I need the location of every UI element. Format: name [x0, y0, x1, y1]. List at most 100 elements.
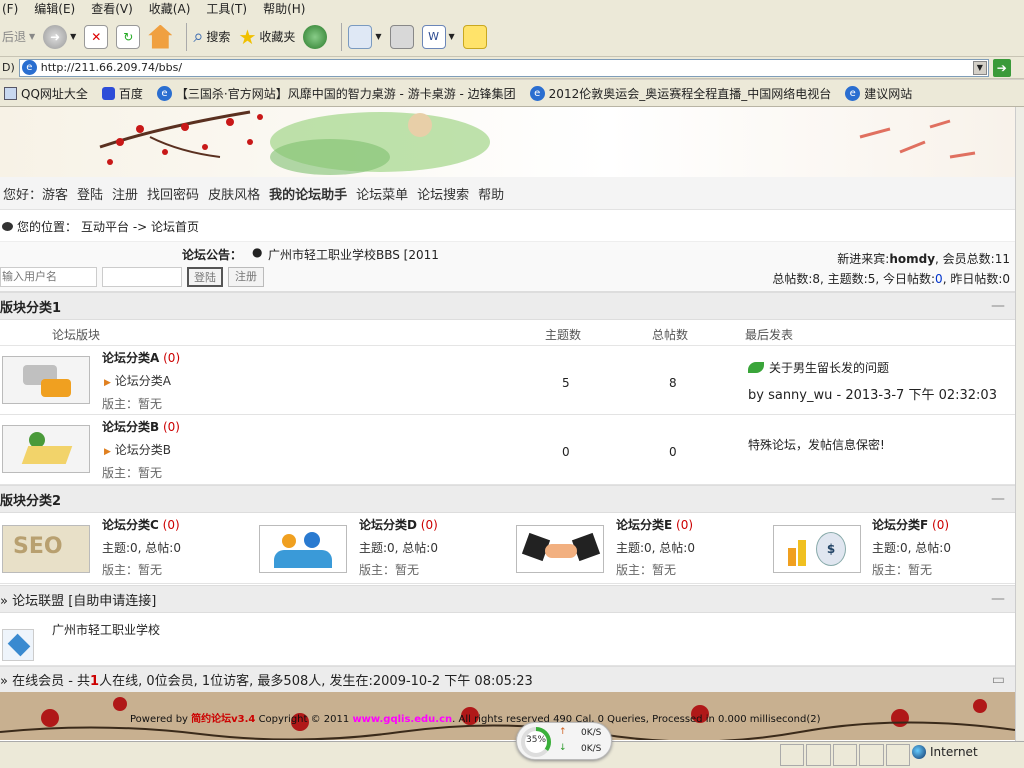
- toolbar-separator: [341, 22, 343, 51]
- grid-forum-c: SEO 论坛分类C (0) 主题:0, 总帖:0 版主：暂无: [0, 513, 256, 584]
- subforum-name[interactable]: 论坛分类A: [115, 374, 171, 388]
- back-button[interactable]: 后退 ▼: [2, 28, 35, 45]
- forward-button[interactable]: ➜ ▼: [43, 24, 76, 49]
- forum-title[interactable]: 论坛分类A (0): [102, 349, 180, 366]
- last-post[interactable]: 关于男生留长发的问题: [748, 359, 889, 376]
- footer-copyright: Copyright © 2011: [258, 714, 350, 725]
- member-total: 会员总数:11: [942, 252, 1010, 266]
- collapse-icon[interactable]: —: [991, 591, 1005, 607]
- address-input[interactable]: e http://211.66.209.74/bbs/ ▼: [18, 58, 989, 77]
- register-button[interactable]: 注册: [228, 267, 264, 287]
- nav-help[interactable]: 帮助: [478, 184, 504, 203]
- refresh-button[interactable]: ↻: [116, 24, 141, 49]
- nav-menu[interactable]: 论坛菜单: [356, 184, 408, 203]
- edit-button[interactable]: W ▼: [421, 24, 455, 49]
- search-button[interactable]: ⌕ 搜索: [193, 26, 230, 47]
- forum-row-a: 论坛分类A (0) ▶ 论坛分类A 版主：暂无 5 8 关于男生留长发的问题 b…: [0, 346, 1015, 415]
- expand-icon[interactable]: ▭: [992, 672, 1005, 688]
- stop-button[interactable]: ✕: [84, 24, 109, 49]
- favorites-button[interactable]: ★ 收藏夹: [238, 25, 295, 49]
- nav-search[interactable]: 论坛搜索: [417, 184, 469, 203]
- forum-name[interactable]: 论坛分类F: [872, 518, 928, 532]
- leaf-icon: [748, 362, 764, 373]
- links-bar: QQ网址大全 百度 e 【三国杀·官方网站】风靡中国的智力桌游 - 游卡桌游 - …: [0, 80, 1024, 107]
- subforum-link[interactable]: ▶ 论坛分类B: [104, 441, 171, 458]
- newest-member[interactable]: homdy: [889, 252, 935, 266]
- address-bar: D) e http://211.66.209.74/bbs/ ▼ ➔: [0, 57, 1024, 79]
- notice-label: 论坛公告：: [182, 248, 243, 262]
- username-input[interactable]: [0, 267, 97, 287]
- forum-name[interactable]: 论坛分类A: [102, 351, 159, 365]
- notice-area: 论坛公告： ● 广州市轻工职业学校BBS [2011 登陆 注册 新进来宾:ho…: [0, 241, 1015, 292]
- menu-tools[interactable]: 工具(T): [206, 0, 247, 17]
- alliance-link[interactable]: 广州市轻工职业学校: [52, 621, 160, 638]
- ie-page-icon: e: [529, 85, 545, 101]
- baidu-paw-icon: [101, 86, 115, 100]
- menu-edit[interactable]: 编辑(E): [34, 0, 75, 17]
- download-speed: 0K/S: [581, 744, 602, 754]
- menu-file[interactable]: (F): [2, 2, 18, 16]
- net-percent: 35%: [526, 735, 547, 745]
- subforum-link[interactable]: ▶ 论坛分类A: [104, 372, 171, 389]
- status-pane: [780, 744, 805, 766]
- nav-register[interactable]: 注册: [112, 184, 138, 203]
- notes-button[interactable]: [462, 24, 487, 49]
- last-post-by[interactable]: by sanny_wu - 2013-3-7 下午 02:32:03: [748, 384, 997, 403]
- link-sanguosha[interactable]: e 【三国杀·官方网站】风靡中国的智力桌游 - 游卡桌游 - 边锋集团: [156, 85, 516, 102]
- last-post-title[interactable]: 关于男生留长发的问题: [769, 359, 889, 376]
- grid-forum-f: $ 论坛分类F (0) 主题:0, 总帖:0 版主：暂无: [771, 513, 1015, 584]
- address-text: http://211.66.209.74/bbs/: [40, 61, 183, 74]
- link-qq[interactable]: QQ网址大全: [4, 85, 88, 102]
- footer-brand[interactable]: 简约论坛v3.4: [191, 714, 255, 725]
- nav-login[interactable]: 登陆: [77, 184, 103, 203]
- collapse-icon[interactable]: —: [991, 298, 1005, 314]
- forum-banner: [0, 107, 1015, 177]
- forum-name[interactable]: 论坛分类E: [616, 518, 672, 532]
- status-pane: [859, 744, 884, 766]
- col-forum: 论坛版块: [52, 328, 101, 342]
- forum-name[interactable]: 论坛分类C: [102, 518, 159, 532]
- forum-title[interactable]: 论坛分类E (0): [616, 516, 693, 533]
- forum-nav: 您好：游客 登陆 注册 找回密码 皮肤风格 我的论坛助手 论坛菜单 论坛搜索 帮…: [0, 177, 1015, 210]
- link-olympics[interactable]: e 2012伦敦奥运会_奥运赛程全程直播_中国网络电视台: [529, 85, 831, 102]
- login-button[interactable]: 登陆: [187, 267, 223, 287]
- link-suggested[interactable]: e 建议网站: [845, 85, 912, 102]
- print-button[interactable]: [389, 24, 414, 49]
- ie-page-icon: e: [156, 85, 172, 101]
- forum-title[interactable]: 论坛分类F (0): [872, 516, 949, 533]
- network-speed-widget[interactable]: 35% ↑ 0K/S ↓ 0K/S: [516, 722, 612, 760]
- forum-title[interactable]: 论坛分类B (0): [102, 418, 180, 435]
- location-path[interactable]: 互动平台 -> 论坛首页: [81, 218, 199, 235]
- footer-line: Powered by 简约论坛v3.4 Copyright © 2011 www…: [130, 710, 821, 725]
- mail-button[interactable]: ▼: [348, 24, 382, 49]
- address-dropdown-icon[interactable]: ▼: [972, 60, 987, 75]
- nav-recover-password[interactable]: 找回密码: [147, 184, 199, 203]
- forum-title[interactable]: 论坛分类D (0): [359, 516, 438, 533]
- menu-help[interactable]: 帮助(H): [263, 0, 305, 17]
- moderator: 版主：暂无: [359, 563, 420, 577]
- download-arrow-icon: ↓: [559, 743, 567, 753]
- online-members-header: » 在线会员 - 共1人在线, 0位会员, 1位访客, 最多508人, 发生在:…: [0, 666, 1015, 693]
- go-button[interactable]: ➔: [992, 58, 1011, 77]
- menu-view[interactable]: 查看(V): [91, 0, 133, 17]
- scrollbar[interactable]: [1015, 107, 1024, 741]
- menu-favorites[interactable]: 收藏(A): [149, 0, 191, 17]
- forum-name[interactable]: 论坛分类B: [102, 420, 159, 434]
- section-title: 版块分类1: [0, 300, 62, 316]
- link-baidu[interactable]: 百度: [101, 85, 143, 102]
- nav-assistant[interactable]: 我的论坛助手: [269, 184, 347, 203]
- forum-title[interactable]: 论坛分类C (0): [102, 516, 180, 533]
- collapse-icon[interactable]: —: [991, 491, 1005, 507]
- history-button[interactable]: [303, 24, 328, 49]
- back-label: 后退: [2, 30, 27, 44]
- notice-text[interactable]: 广州市轻工职业学校BBS [2011: [268, 246, 439, 263]
- history-icon: [303, 24, 328, 49]
- alliance-title[interactable]: » 论坛联盟 [自助申请连接]: [0, 590, 156, 609]
- password-input[interactable]: [102, 267, 182, 287]
- subforum-name[interactable]: 论坛分类B: [115, 443, 171, 457]
- home-button[interactable]: [148, 24, 173, 49]
- footer-site[interactable]: www.gqlis.edu.cn: [352, 714, 452, 725]
- search-label: 搜索: [206, 30, 231, 44]
- forum-name[interactable]: 论坛分类D: [359, 518, 417, 532]
- nav-skin[interactable]: 皮肤风格: [208, 184, 260, 203]
